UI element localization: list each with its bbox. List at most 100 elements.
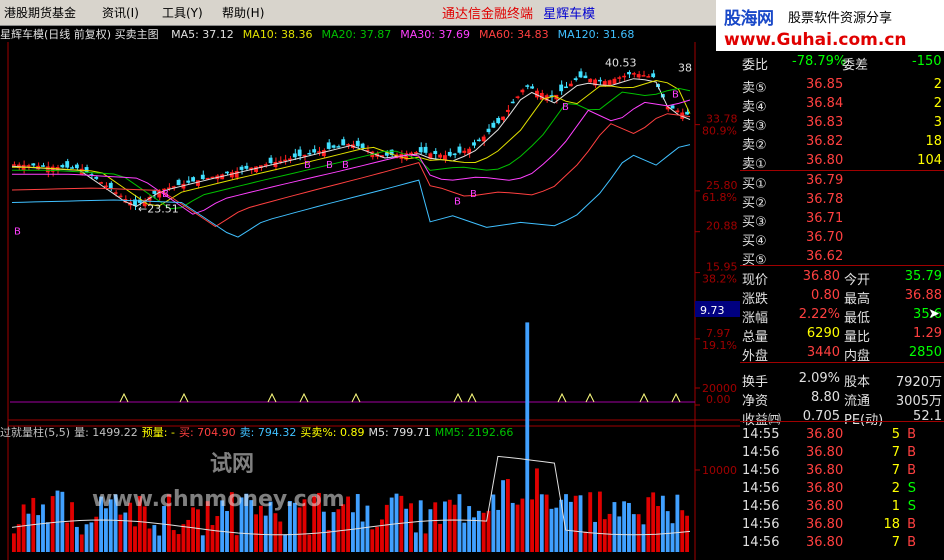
candle-body <box>578 71 583 78</box>
candle-body <box>326 142 331 149</box>
volume-bar <box>278 521 283 552</box>
price-tick-label: 20.88 <box>706 220 738 233</box>
stat-label: 流通 <box>844 394 871 409</box>
diff-label: 委差 <box>842 58 869 73</box>
stat-label: 涨幅 <box>742 311 769 326</box>
candle-body <box>26 165 31 167</box>
volume-bar <box>544 494 549 552</box>
volume-bar <box>607 513 612 552</box>
fib-level-label: 19.1% <box>702 339 737 352</box>
tick-price: 36.80 <box>806 499 844 514</box>
right-mark-label: 38 <box>678 61 692 74</box>
menu-item-tools[interactable]: 工具(Y) <box>162 4 203 21</box>
volume-bar <box>631 514 636 552</box>
candle-body <box>685 111 689 115</box>
candle-body <box>321 150 326 157</box>
ask-row: 卖① 36.80 104 <box>740 153 944 172</box>
candle-body <box>597 79 602 82</box>
buy-signal-marker: B <box>14 226 21 237</box>
menu-item-info[interactable]: 资讯(I) <box>102 4 139 21</box>
volume-bar <box>515 504 520 552</box>
volume-bar <box>157 535 162 552</box>
candle-body <box>443 155 447 160</box>
candle-body <box>631 73 636 75</box>
panel-separator <box>740 170 944 171</box>
stat-value: 8.80 <box>811 390 840 405</box>
stat-row: 涨幅 2.22% 最低 35.6 <box>740 307 944 326</box>
bid-price: 36.79 <box>806 173 844 188</box>
candle-body <box>176 179 181 186</box>
buy-signal-marker: B <box>342 160 349 171</box>
candle-body <box>670 105 675 109</box>
ask-label: 卖③ <box>742 119 767 134</box>
chart-header: 星辉车模(日线 前复权) 买卖主图 MA5: 37.12 MA10: 38.36 M… <box>0 26 700 42</box>
stat-row: 换手 2.09% 股本 7920万 <box>740 371 944 390</box>
volume-header: 过就量柱(5,5) 量: 1499.22 预量: - 买: 704.90 卖: 794.… <box>0 424 700 440</box>
bid-row: 买② 36.78 <box>740 192 944 211</box>
candle-body <box>234 171 239 178</box>
signal-triangle-marker <box>179 392 189 403</box>
volume-bar <box>578 495 583 552</box>
candle-body <box>152 190 157 194</box>
candle-body <box>307 152 312 155</box>
ma-line <box>11 113 691 228</box>
stat-label: 换手 <box>742 375 769 390</box>
candle-body <box>481 136 486 142</box>
candle-body <box>675 110 680 113</box>
volume-bar <box>176 534 181 552</box>
volume-indicator-value: 预量: - <box>141 426 175 439</box>
volume-bar <box>12 533 16 552</box>
ask-label: 卖② <box>742 138 767 153</box>
candle-body <box>447 151 452 156</box>
volume-tick-label: 10000 <box>702 464 737 477</box>
tick-time: 14:56 <box>742 481 780 496</box>
volume-bar <box>351 512 355 552</box>
ask-price: 36.84 <box>806 96 844 111</box>
volume-bar <box>273 513 278 552</box>
signal-triangle-marker <box>119 392 129 403</box>
stat-row: 净资 8.80 流通 3005万 <box>740 390 944 409</box>
volume-bar <box>433 502 438 552</box>
kline-chart[interactable]: 33.7880.9%25.8061.8%20.8815.9538.2%7.971… <box>0 42 740 560</box>
tick-time: 14:56 <box>742 535 780 550</box>
candle-body <box>31 163 36 166</box>
stat-value: 1.29 <box>913 326 942 341</box>
stat-value: 0.80 <box>811 288 840 303</box>
volume-bar <box>360 521 365 552</box>
volume-bar <box>646 497 651 552</box>
ma-line <box>11 78 691 207</box>
tick-side: B <box>907 535 916 550</box>
candle-body <box>564 86 568 89</box>
menu-item-help[interactable]: 帮助(H) <box>222 4 264 21</box>
stat-value: 36.88 <box>904 288 942 303</box>
signal-triangle-marker <box>671 392 681 403</box>
volume-bar <box>510 502 515 552</box>
candle-body <box>418 147 423 153</box>
ask-label: 卖④ <box>742 100 767 115</box>
tick-side: B <box>907 445 916 460</box>
signal-triangle-marker <box>467 392 477 403</box>
ask-volume: 104 <box>917 153 942 168</box>
volume-bar <box>656 506 660 552</box>
site-logo: 股海网 股票软件资源分享 www.Guhai.com.cn <box>716 0 944 51</box>
stat-row: 现价 36.80 今开 35.79 <box>740 269 944 288</box>
volume-bar <box>660 495 665 552</box>
candle-body <box>646 76 651 78</box>
volume-indicator-value: 买: 704.90 <box>178 426 236 439</box>
volume-bar <box>627 502 631 552</box>
buy-signal-marker: B <box>470 189 477 200</box>
tick-price: 36.80 <box>806 463 844 478</box>
ma-line <box>12 87 691 210</box>
candle-body <box>462 150 467 153</box>
volume-bar <box>263 515 268 552</box>
diff-value: -150 <box>912 54 942 69</box>
menu-item-hk-futures[interactable]: 港股期货基金 <box>4 4 76 21</box>
tick-row: 14:56 36.80 7 B <box>740 445 944 463</box>
candle-body <box>118 195 123 198</box>
candle-body <box>65 161 70 168</box>
bid-row: 买④ 36.70 <box>740 230 944 249</box>
volume-bar <box>452 504 457 552</box>
volume-bar <box>181 524 186 552</box>
ratio-label: 委比 <box>742 58 769 73</box>
tick-volume: 2 <box>891 481 900 496</box>
